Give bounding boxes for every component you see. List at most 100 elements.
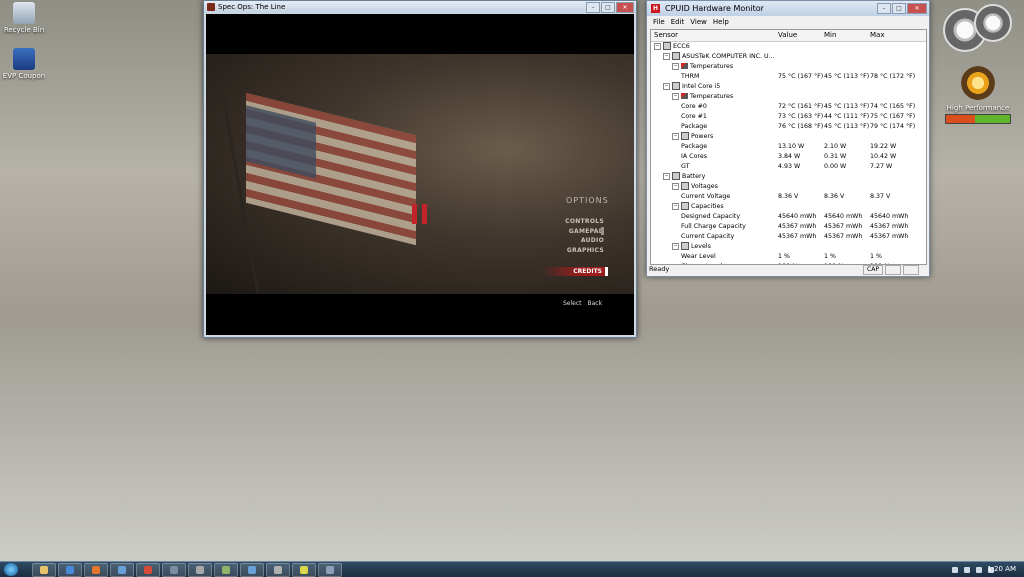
sensor-min: 45367 mWh bbox=[824, 233, 863, 240]
sensor-name: GT bbox=[681, 162, 690, 172]
column-max[interactable]: Max bbox=[870, 30, 884, 41]
collapse-icon[interactable]: − bbox=[672, 62, 679, 70]
sensor-row[interactable]: − Intel Core i5 bbox=[651, 82, 926, 92]
power-plan-gadget[interactable]: High Performance bbox=[945, 66, 1011, 130]
menu-help[interactable]: Help bbox=[713, 17, 729, 28]
minimize-button[interactable]: – bbox=[877, 3, 891, 14]
sensor-table[interactable]: Sensor Value Min Max − ECC6− ASUSTeK COMPU… bbox=[650, 29, 927, 265]
sensor-row[interactable]: − Voltages bbox=[651, 182, 926, 192]
sensor-row[interactable]: THRM 75 °C (167 °F) 45 °C (113 °F) 78 °C (1… bbox=[651, 72, 926, 82]
desktop-icon-evp-coupon[interactable]: EVP Coupon bbox=[0, 48, 48, 80]
sensor-row[interactable]: − Temperatures bbox=[651, 62, 926, 72]
sensor-value: 8.36 V bbox=[778, 193, 799, 200]
desktop-icon-recycle-bin[interactable]: Recycle Bin bbox=[0, 2, 48, 34]
sensor-row[interactable]: − Capacities bbox=[651, 202, 926, 212]
taskbar-button-app[interactable] bbox=[318, 563, 342, 577]
tray-icon[interactable] bbox=[952, 566, 958, 573]
pause-icon bbox=[412, 204, 430, 224]
sensor-name: Full Charge Capacity bbox=[681, 222, 746, 232]
column-min[interactable]: Min bbox=[824, 30, 836, 41]
select-hint[interactable]: Select bbox=[563, 300, 582, 307]
taskbar-button-game[interactable] bbox=[188, 563, 212, 577]
collapse-icon[interactable]: − bbox=[663, 52, 670, 60]
collapse-icon[interactable]: − bbox=[672, 202, 679, 210]
column-sensor[interactable]: Sensor bbox=[654, 30, 678, 41]
sensor-max: 79 °C (174 °F) bbox=[870, 123, 916, 130]
sensor-label: Intel Core i5 bbox=[682, 83, 721, 90]
collapse-icon[interactable]: − bbox=[672, 182, 679, 190]
game-window-titlebar[interactable]: Spec Ops: The Line – □ ✕ bbox=[204, 1, 636, 13]
collapse-icon[interactable]: − bbox=[672, 92, 679, 100]
taskbar-button-app[interactable] bbox=[240, 563, 264, 577]
start-button[interactable] bbox=[4, 563, 18, 576]
menu-edit[interactable]: Edit bbox=[671, 17, 685, 28]
taskbar-button-app[interactable] bbox=[266, 563, 290, 577]
maximize-button[interactable]: □ bbox=[892, 3, 906, 14]
collapse-icon[interactable]: − bbox=[654, 42, 661, 50]
game-menu-footer: Select Back bbox=[563, 300, 602, 307]
gamepad-indicator bbox=[601, 227, 604, 235]
sensor-row[interactable]: − Levels bbox=[651, 242, 926, 252]
collapse-icon[interactable]: − bbox=[672, 242, 679, 250]
sensor-row[interactable]: Package 13.10 W 2.10 W 19.22 W bbox=[651, 142, 926, 152]
taskbar-button-app[interactable] bbox=[292, 563, 316, 577]
sensor-row[interactable]: Full Charge Capacity 45367 mWh 45367 mWh 45… bbox=[651, 222, 926, 232]
taskbar-button-firefox[interactable] bbox=[84, 563, 108, 577]
maximize-button[interactable]: □ bbox=[601, 2, 615, 13]
temp-icon bbox=[681, 63, 688, 69]
clock[interactable]: 1:20 AM bbox=[987, 562, 1016, 577]
tray-icon[interactable] bbox=[976, 566, 982, 573]
sensor-value: 72 °C (161 °F) bbox=[778, 103, 824, 110]
sensor-row[interactable]: Current Voltage 8.36 V 8.36 V 8.37 V bbox=[651, 192, 926, 202]
status-cell bbox=[885, 265, 901, 275]
tray-icon[interactable] bbox=[964, 566, 970, 573]
close-button[interactable]: ✕ bbox=[616, 2, 634, 13]
taskbar-button-app[interactable] bbox=[162, 563, 186, 577]
taskbar-button-chrome[interactable] bbox=[136, 563, 160, 577]
hwmonitor-titlebar[interactable]: H CPUID Hardware Monitor – □ ✕ bbox=[647, 1, 929, 16]
sensor-row[interactable]: IA Cores 3.84 W 0.31 W 10.42 W bbox=[651, 152, 926, 162]
menu-file[interactable]: File bbox=[653, 17, 665, 28]
sensor-row[interactable]: Designed Capacity 45640 mWh 45640 mWh 45640… bbox=[651, 212, 926, 222]
menu-item-audio[interactable]: AUDIO bbox=[562, 236, 604, 246]
column-value[interactable]: Value bbox=[778, 30, 797, 41]
sensor-row[interactable]: Core #0 72 °C (161 °F) 45 °C (113 °F) 74 °C… bbox=[651, 102, 926, 112]
taskbar-button-explorer[interactable] bbox=[32, 563, 56, 577]
sensor-row[interactable]: Core #1 73 °C (163 °F) 44 °C (111 °F) 75 °C… bbox=[651, 112, 926, 122]
sensor-row[interactable]: Package 76 °C (168 °F) 45 °C (113 °F) 79 °C… bbox=[651, 122, 926, 132]
game-screen[interactable]: OPTIONS CONTROLS GAMEPAD AUDIO GRAPHICS … bbox=[206, 14, 634, 335]
sensor-row[interactable]: − ASUSTeK COMPUTER INC. U... bbox=[651, 52, 926, 62]
game-icon bbox=[196, 566, 204, 574]
menu-item-graphics[interactable]: GRAPHICS bbox=[562, 246, 604, 256]
collapse-icon[interactable]: − bbox=[663, 82, 670, 90]
memory-meter-gadget[interactable] bbox=[974, 4, 1012, 42]
status-text: Ready bbox=[649, 265, 670, 273]
sensor-row[interactable]: GT 4.93 W 0.00 W 7.27 W bbox=[651, 162, 926, 172]
taskbar-button-app[interactable] bbox=[214, 563, 238, 577]
sensor-row[interactable]: − ECC6 bbox=[651, 42, 926, 52]
sensor-row[interactable]: − Battery bbox=[651, 172, 926, 182]
sensor-row[interactable]: Wear Level 1 % 1 % 1 % bbox=[651, 252, 926, 262]
levels-icon bbox=[681, 242, 689, 250]
back-hint[interactable]: Back bbox=[588, 300, 603, 307]
game-window[interactable]: Spec Ops: The Line – □ ✕ OPTIONS CONTROL… bbox=[203, 0, 637, 338]
taskbar-button-app[interactable] bbox=[110, 563, 134, 577]
sensor-label: IA Cores bbox=[681, 153, 708, 160]
sensor-row[interactable]: Current Capacity 45367 mWh 45367 mWh 45367 … bbox=[651, 232, 926, 242]
minimize-button[interactable]: – bbox=[586, 2, 600, 13]
collapse-icon[interactable]: − bbox=[672, 132, 679, 140]
close-button[interactable]: ✕ bbox=[907, 3, 927, 14]
sensor-value: 1 % bbox=[778, 253, 790, 260]
sensor-max: 7.27 W bbox=[870, 163, 893, 170]
taskbar-button-media[interactable] bbox=[58, 563, 82, 577]
menu-view[interactable]: View bbox=[690, 17, 707, 28]
menu-item-controls[interactable]: CONTROLS bbox=[562, 217, 604, 227]
sensor-row[interactable]: − Temperatures bbox=[651, 92, 926, 102]
sensor-name: Package bbox=[681, 122, 707, 132]
menu-item-gamepad[interactable]: GAMEPAD bbox=[562, 227, 604, 237]
hwmonitor-window[interactable]: H CPUID Hardware Monitor – □ ✕ File Edit… bbox=[646, 0, 930, 277]
hwmonitor-menubar: File Edit View Help bbox=[647, 17, 929, 28]
sensor-row[interactable]: − Powers bbox=[651, 132, 926, 142]
menu-item-credits[interactable]: CREDITS bbox=[542, 267, 608, 276]
collapse-icon[interactable]: − bbox=[663, 172, 670, 180]
